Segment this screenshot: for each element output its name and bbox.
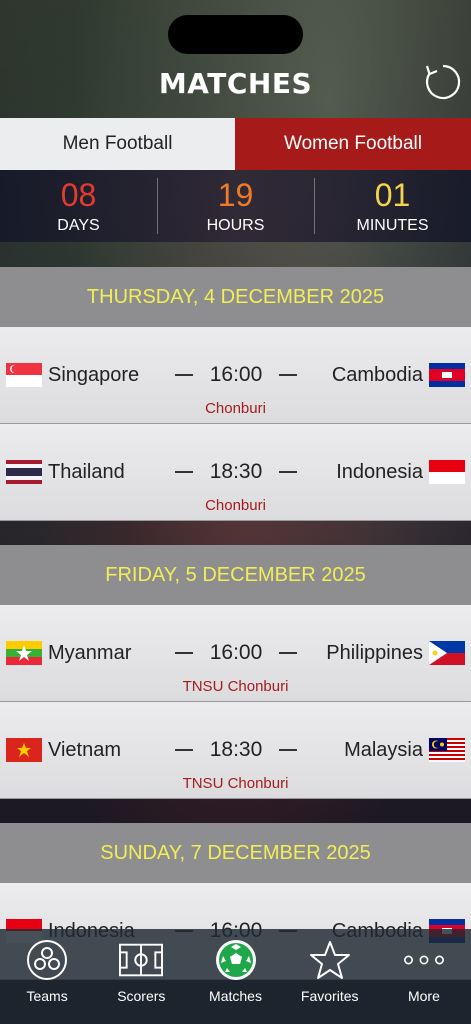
dash: [175, 374, 193, 376]
countdown-minutes-value: 01: [374, 177, 411, 213]
gender-tabs: Men Football Women Football: [0, 118, 471, 170]
tab-women-football[interactable]: Women Football: [235, 118, 471, 170]
away-team: Malaysia: [344, 738, 423, 761]
philippines-flag-icon: [429, 641, 465, 665]
away-team: Philippines: [326, 641, 423, 664]
countdown-days-label: DAYS: [57, 217, 100, 234]
dash: [279, 374, 297, 376]
countdown-days: 08 DAYS: [0, 170, 157, 242]
soccer-ball-icon: [214, 938, 258, 982]
vietnam-flag-icon: [6, 738, 42, 762]
countdown-minutes: 01 MINUTES: [314, 170, 471, 242]
star-icon: [308, 938, 352, 982]
away-team: Indonesia: [336, 460, 423, 483]
match-row[interactable]: Vietnam 18:30 Malaysia TNSU Chonburi: [0, 702, 471, 799]
kickoff-time: 16:00: [209, 641, 263, 664]
pitch-icon: [119, 938, 164, 982]
teams-icon: [25, 938, 69, 982]
nav-label: More: [407, 988, 440, 1004]
nav-label: Scorers: [117, 988, 166, 1004]
dash: [175, 749, 193, 751]
dash: [175, 652, 193, 654]
venue: TNSU Chonburi: [182, 775, 289, 792]
countdown-hours-value: 19: [217, 177, 254, 213]
countdown: 08 DAYS 19 HOURS 01 MINUTES: [0, 170, 471, 242]
myanmar-flag-icon: [6, 641, 42, 665]
day-header: THURSDAY, 4 DECEMBER 2025: [0, 267, 471, 327]
venue: Chonburi: [205, 400, 266, 417]
tab-men-football[interactable]: Men Football: [0, 118, 235, 170]
kickoff-time: 18:30: [209, 738, 263, 761]
nav-label: Matches: [209, 988, 262, 1004]
venue: Chonburi: [205, 497, 266, 514]
page-title: MATCHES: [158, 67, 313, 100]
thailand-flag-icon: [6, 460, 42, 484]
dash: [279, 652, 297, 654]
day-header: SUNDAY, 7 DECEMBER 2025: [0, 823, 471, 883]
refresh-icon[interactable]: [423, 62, 463, 102]
match-row[interactable]: Myanmar 16:00 Philippines TNSU Chonburi: [0, 605, 471, 702]
nav-favorites[interactable]: Favorites: [283, 929, 377, 1024]
match-row[interactable]: Singapore 16:00 Cambodia Chonburi: [0, 327, 471, 424]
indonesia-flag-icon: [429, 460, 465, 484]
dash: [279, 749, 297, 751]
away-team: Cambodia: [331, 363, 423, 386]
match-row[interactable]: Thailand 18:30 Indonesia Chonburi: [0, 424, 471, 521]
singapore-flag-icon: [6, 363, 42, 387]
dash: [175, 471, 193, 473]
countdown-minutes-label: MINUTES: [356, 217, 429, 234]
dynamic-island: [168, 15, 303, 54]
home-team: Myanmar: [48, 641, 132, 664]
bottom-tab-bar: Teams Scorers Matches Favorites More: [0, 929, 471, 1024]
kickoff-time: 18:30: [209, 460, 263, 483]
nav-more[interactable]: More: [377, 929, 471, 1024]
nav-teams[interactable]: Teams: [0, 929, 94, 1024]
day-header: FRIDAY, 5 DECEMBER 2025: [0, 545, 471, 605]
nav-matches[interactable]: Matches: [188, 929, 282, 1024]
malaysia-flag-icon: [429, 738, 465, 762]
kickoff-time: 16:00: [209, 363, 263, 386]
home-team: Thailand: [48, 460, 125, 483]
home-team: Vietnam: [48, 738, 122, 761]
more-dots-icon: [402, 938, 446, 982]
home-team: Singapore: [48, 363, 140, 386]
nav-scorers[interactable]: Scorers: [94, 929, 188, 1024]
countdown-hours: 19 HOURS: [157, 170, 314, 242]
cambodia-flag-icon: [429, 363, 465, 387]
dash: [279, 471, 297, 473]
countdown-hours-label: HOURS: [206, 217, 265, 234]
match-schedule: THURSDAY, 4 DECEMBER 2025 Singapore 16:0…: [0, 267, 471, 980]
countdown-days-value: 08: [60, 177, 97, 213]
nav-label: Teams: [26, 988, 68, 1004]
venue: TNSU Chonburi: [182, 678, 289, 695]
nav-label: Favorites: [300, 988, 359, 1004]
